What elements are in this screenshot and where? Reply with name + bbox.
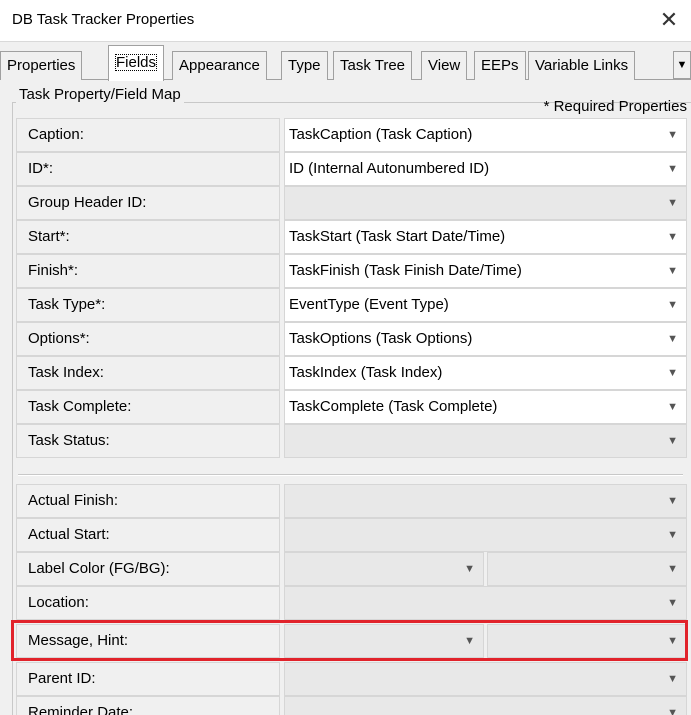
tab-variable-links[interactable]: Variable Links — [528, 51, 636, 80]
id-dropdown[interactable]: ID (Internal Autonumbered ID) ▼ — [284, 152, 687, 186]
tab-label: Variable Links — [535, 57, 629, 74]
dropdown-value: TaskComplete (Task Complete) — [289, 398, 498, 415]
chevron-down-icon: ▼ — [667, 597, 678, 609]
field-label: Actual Finish: — [16, 484, 280, 518]
finish-dropdown[interactable]: TaskFinish (Task Finish Date/Time) ▼ — [284, 254, 687, 288]
tab-fields[interactable]: Fields — [108, 45, 165, 81]
label-color-fg-dropdown[interactable]: ▼ — [284, 552, 484, 586]
tab-label: Task Tree — [340, 57, 406, 74]
tab-label: Appearance — [179, 57, 260, 74]
chevron-down-icon: ▼ — [667, 635, 678, 647]
chevron-down-icon: ▼ — [667, 333, 678, 345]
chevron-down-icon: ▼ — [667, 495, 678, 507]
field-label: Actual Start: — [16, 518, 280, 552]
field-label: Group Header ID: — [16, 186, 280, 220]
chevron-down-icon: ▼ — [667, 563, 678, 575]
hint-dropdown[interactable]: ▼ — [487, 624, 687, 658]
tab-label: Type — [288, 57, 321, 74]
tab-label: View — [428, 57, 461, 74]
close-icon[interactable]: ✕ — [655, 6, 683, 34]
chevron-down-icon: ▼ — [667, 673, 678, 685]
chevron-down-icon: ▼ — [667, 265, 678, 277]
tab-view[interactable]: View — [421, 51, 468, 80]
caption-dropdown[interactable]: TaskCaption (Task Caption) ▼ — [284, 118, 687, 152]
chevron-down-icon: ▼ — [464, 563, 475, 575]
chevron-down-icon: ▼ — [667, 163, 678, 175]
triangle-down-icon[interactable]: ▼ — [673, 51, 691, 79]
window-title: DB Task Tracker Properties — [12, 11, 195, 28]
chevron-down-icon: ▼ — [667, 231, 678, 243]
chevron-down-icon: ▼ — [464, 635, 475, 647]
section-divider — [18, 474, 683, 476]
actual-start-dropdown[interactable]: ▼ — [284, 518, 687, 552]
start-dropdown[interactable]: TaskStart (Task Start Date/Time) ▼ — [284, 220, 687, 254]
field-label: Location: — [16, 586, 280, 620]
field-label: Options*: — [16, 322, 280, 356]
field-label: Label Color (FG/BG): — [16, 552, 280, 586]
tab-bar: Properties Fields Appearance Type Task T… — [0, 45, 691, 81]
chevron-down-icon: ▼ — [667, 707, 678, 715]
field-label: Start*: — [16, 220, 280, 254]
chevron-down-icon: ▼ — [667, 367, 678, 379]
location-dropdown[interactable]: ▼ — [284, 586, 687, 620]
chevron-down-icon: ▼ — [667, 529, 678, 541]
tab-label: Properties — [7, 57, 76, 74]
options-dropdown[interactable]: TaskOptions (Task Options) ▼ — [284, 322, 687, 356]
task-type-dropdown[interactable]: EventType (Event Type) ▼ — [284, 288, 687, 322]
field-label: Task Index: — [16, 356, 280, 390]
tab-type[interactable]: Type — [281, 51, 328, 80]
field-label: ID*: — [16, 152, 280, 186]
field-label: Finish*: — [16, 254, 280, 288]
parent-id-dropdown[interactable]: ▼ — [284, 662, 687, 696]
chevron-down-icon: ▼ — [667, 435, 678, 447]
field-label: Parent ID: — [16, 662, 280, 696]
dropdown-value: TaskFinish (Task Finish Date/Time) — [289, 262, 522, 279]
field-label: Reminder Date: — [16, 696, 280, 715]
title-bar: DB Task Tracker Properties ✕ — [0, 0, 691, 42]
tab-task-tree[interactable]: Task Tree — [333, 51, 413, 80]
field-label: Caption: — [16, 118, 280, 152]
tab-appearance[interactable]: Appearance — [172, 51, 267, 80]
label-color-bg-dropdown[interactable]: ▼ — [487, 552, 687, 586]
actual-finish-dropdown[interactable]: ▼ — [284, 484, 687, 518]
tab-label: Fields — [115, 54, 158, 71]
chevron-down-icon: ▼ — [667, 401, 678, 413]
dropdown-value: TaskStart (Task Start Date/Time) — [289, 228, 506, 245]
task-status-dropdown[interactable]: ▼ — [284, 424, 687, 458]
group-header-id-dropdown[interactable]: ▼ — [284, 186, 687, 220]
message-dropdown[interactable]: ▼ — [284, 624, 484, 658]
field-label: Message, Hint: — [16, 624, 280, 658]
chevron-down-icon: ▼ — [667, 129, 678, 141]
required-note: * Required Properties — [543, 98, 687, 115]
tab-properties[interactable]: Properties — [0, 51, 83, 80]
field-label: Task Status: — [16, 424, 280, 458]
tab-label: EEPs — [481, 57, 519, 74]
field-label: Task Type*: — [16, 288, 280, 322]
tab-eeps[interactable]: EEPs — [474, 51, 526, 80]
dropdown-value: TaskOptions (Task Options) — [289, 330, 473, 347]
dropdown-value: TaskCaption (Task Caption) — [289, 126, 473, 143]
field-label: Task Complete: — [16, 390, 280, 424]
task-index-dropdown[interactable]: TaskIndex (Task Index) ▼ — [284, 356, 687, 390]
chevron-down-icon: ▼ — [667, 299, 678, 311]
reminder-date-dropdown[interactable]: ▼ — [284, 696, 687, 715]
group-title: Task Property/Field Map — [16, 86, 184, 103]
dropdown-value: ID (Internal Autonumbered ID) — [289, 160, 490, 177]
dropdown-value: EventType (Event Type) — [289, 296, 449, 313]
dropdown-value: TaskIndex (Task Index) — [289, 364, 443, 381]
task-complete-dropdown[interactable]: TaskComplete (Task Complete) ▼ — [284, 390, 687, 424]
chevron-down-icon: ▼ — [667, 197, 678, 209]
